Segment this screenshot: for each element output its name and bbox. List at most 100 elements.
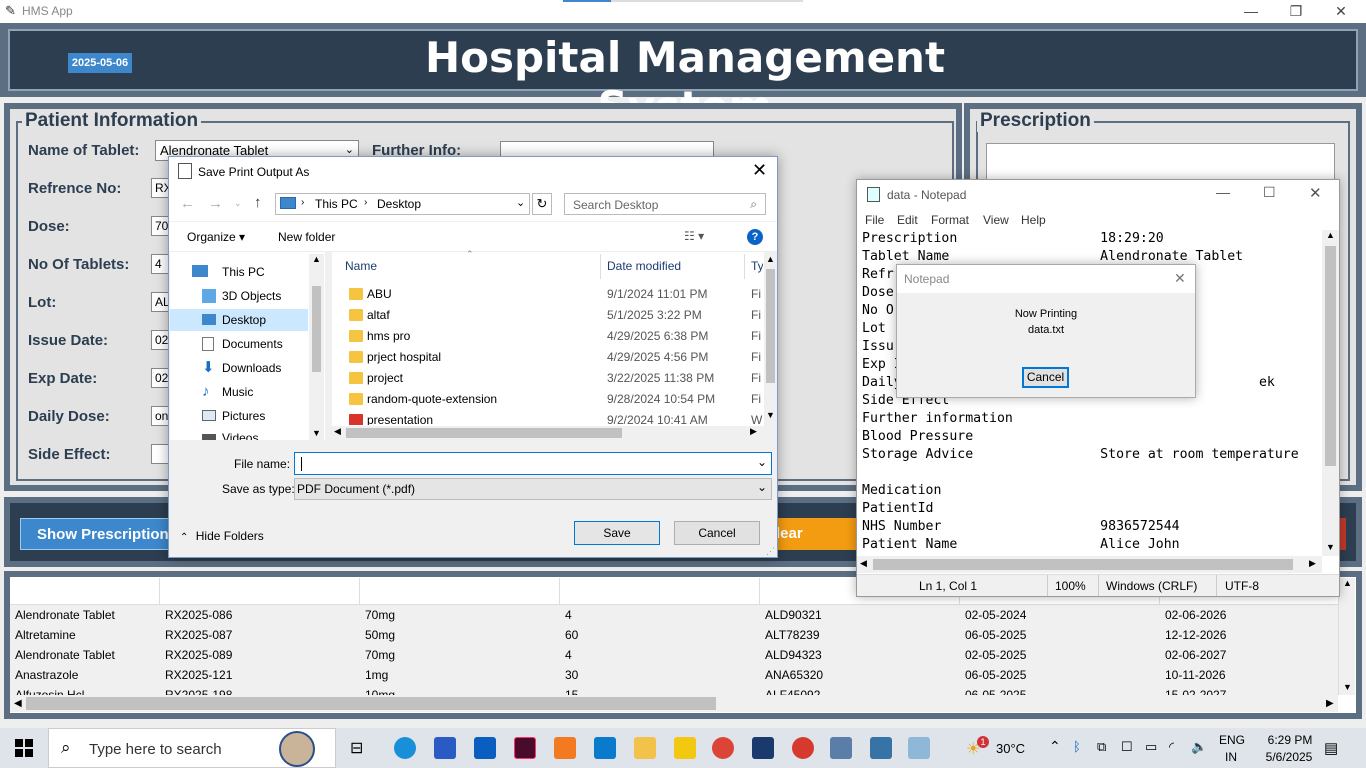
save-button[interactable]: Save bbox=[574, 521, 660, 545]
file-hscrollbar[interactable]: ◀ ▶ bbox=[332, 426, 764, 440]
table-row[interactable]: Anastrazole RX2025-121 1mg 30 ANA65320 06-05-… bbox=[10, 668, 1338, 688]
scroll-left-icon[interactable]: ◀ bbox=[334, 426, 341, 437]
chevron-down-icon[interactable]: ⌄ bbox=[757, 455, 767, 469]
file-row[interactable]: hms pro 4/29/2025 6:38 PM Fi bbox=[332, 326, 764, 347]
chevron-up-icon[interactable]: ⌃ bbox=[1049, 738, 1061, 755]
table-row[interactable]: Alendronate Tablet RX2025-086 70mg 4 ALD9032… bbox=[10, 608, 1338, 628]
search-desktop-input[interactable]: Search Desktop ⌕ bbox=[564, 193, 766, 215]
task-view-icon[interactable]: ⊟ bbox=[350, 738, 363, 758]
weather-temp[interactable]: 30°C bbox=[996, 741, 1025, 756]
file-row[interactable]: random-quote-extension 9/28/2024 10:54 PM… bbox=[332, 389, 764, 410]
scroll-up-icon[interactable]: ▲ bbox=[766, 254, 775, 264]
tree-scroll-thumb[interactable] bbox=[312, 286, 321, 372]
address-bar[interactable]: › This PC › Desktop ⌄ bbox=[275, 193, 530, 215]
table-row[interactable]: Alfuzosin Hcl RX2025-198 10mg 15 ALF45092 06-… bbox=[10, 688, 1338, 695]
chevron-down-icon[interactable]: ⌄ bbox=[234, 198, 242, 209]
tree-item-downloads[interactable]: ⬇ Downloads bbox=[188, 357, 306, 379]
language-line1[interactable]: ENG bbox=[1219, 733, 1245, 747]
resize-grip[interactable]: ⋰ bbox=[766, 546, 775, 557]
notepad-hscroll-thumb[interactable] bbox=[873, 559, 1293, 570]
close-icon[interactable]: ✕ bbox=[1174, 270, 1186, 287]
store-icon[interactable] bbox=[434, 737, 456, 759]
notepad-minimize-button[interactable]: — bbox=[1216, 184, 1230, 200]
file-explorer-icon[interactable] bbox=[634, 737, 656, 759]
scroll-down-icon[interactable]: ▼ bbox=[312, 428, 321, 438]
close-icon[interactable]: ✕ bbox=[752, 160, 767, 181]
scroll-up-icon[interactable]: ▲ bbox=[312, 254, 321, 264]
tree-item-3d-objects[interactable]: 3D Objects bbox=[188, 285, 306, 307]
header-cell[interactable] bbox=[360, 578, 560, 605]
file-row[interactable]: presentation 9/2/2024 10:41 AM W bbox=[332, 410, 764, 425]
notepad-hscrollbar[interactable]: ◀ ▶ bbox=[857, 556, 1322, 573]
clock-date[interactable]: 5/6/2025 bbox=[1256, 750, 1322, 764]
tree-scrollbar[interactable]: ▲ ▼ bbox=[309, 254, 324, 440]
clock-time[interactable]: 6:29 PM bbox=[1260, 733, 1320, 747]
notepad-scroll-thumb[interactable] bbox=[1325, 246, 1336, 466]
chevron-down-icon[interactable]: ⌄ bbox=[516, 196, 525, 209]
records-vscrollbar[interactable]: ▲ ▼ bbox=[1338, 578, 1355, 695]
menu-edit[interactable]: Edit bbox=[897, 213, 918, 227]
notepad-close-button[interactable]: ✕ bbox=[1309, 184, 1322, 202]
forward-icon[interactable]: → bbox=[208, 195, 223, 212]
start-button[interactable] bbox=[0, 728, 48, 768]
scroll-left-icon[interactable]: ◀ bbox=[860, 558, 867, 569]
menu-view[interactable]: View bbox=[983, 213, 1009, 227]
tree-item-desktop[interactable]: Desktop bbox=[188, 309, 306, 331]
column-type[interactable]: Ty bbox=[751, 259, 763, 273]
file-row[interactable]: ABU 9/1/2024 11:01 PM Fi bbox=[332, 284, 764, 305]
battery-icon[interactable]: ▭ bbox=[1145, 739, 1157, 755]
column-name[interactable]: Name bbox=[345, 259, 377, 273]
column-date[interactable]: Date modified bbox=[607, 259, 681, 273]
file-row[interactable]: prject hospital 4/29/2025 4:56 PM Fi bbox=[332, 347, 764, 368]
outlook-icon[interactable] bbox=[474, 737, 496, 759]
show-prescription-button[interactable]: Show Prescription bbox=[20, 518, 180, 550]
scroll-up-icon[interactable]: ▲ bbox=[1343, 578, 1352, 588]
scroll-down-icon[interactable]: ▼ bbox=[1343, 682, 1352, 692]
hms-app-icon[interactable] bbox=[830, 737, 852, 759]
breadcrumb-desktop[interactable]: Desktop bbox=[377, 197, 421, 211]
scroll-up-icon[interactable]: ▲ bbox=[1326, 230, 1335, 240]
organize-button[interactable]: Organize ▾ bbox=[187, 230, 245, 244]
tree-item-videos[interactable]: Videos bbox=[188, 429, 306, 440]
scroll-down-icon[interactable]: ▼ bbox=[766, 410, 775, 420]
file-hscroll-thumb[interactable] bbox=[346, 428, 622, 438]
tree-item-this-pc[interactable]: This PC bbox=[188, 261, 306, 283]
tree-item-music[interactable]: ♪ Music bbox=[188, 381, 306, 403]
menu-file[interactable]: File bbox=[865, 213, 884, 227]
close-button[interactable]: ✕ bbox=[1326, 2, 1356, 20]
indesign-icon[interactable] bbox=[514, 737, 536, 759]
menu-help[interactable]: Help bbox=[1021, 213, 1046, 227]
file-name-input[interactable]: ⌄ bbox=[294, 452, 772, 475]
scroll-down-icon[interactable]: ▼ bbox=[1326, 542, 1335, 552]
header-cell[interactable] bbox=[560, 578, 760, 605]
table-row[interactable]: Alendronate Tablet RX2025-089 70mg 4 ALD9432… bbox=[10, 648, 1338, 668]
notepad-maximize-button[interactable]: ☐ bbox=[1263, 184, 1276, 201]
minimize-button[interactable]: — bbox=[1236, 2, 1266, 20]
tray-icon[interactable]: ⧉ bbox=[1097, 739, 1106, 755]
python-icon[interactable] bbox=[870, 737, 892, 759]
file-row[interactable]: project 3/22/2025 11:38 PM Fi bbox=[332, 368, 764, 389]
scroll-right-icon[interactable]: ▶ bbox=[1309, 558, 1316, 569]
printing-cancel-button[interactable]: Cancel bbox=[1022, 367, 1069, 388]
tree-item-pictures[interactable]: Pictures bbox=[188, 405, 306, 427]
taskbar-search[interactable]: ⌕ Type here to search bbox=[48, 728, 336, 768]
file-row[interactable]: altaf 5/1/2025 3:22 PM Fi bbox=[332, 305, 764, 326]
network-app-icon[interactable] bbox=[752, 737, 774, 759]
cancel-button[interactable]: Cancel bbox=[674, 521, 760, 545]
back-icon[interactable]: ← bbox=[180, 195, 195, 212]
wifi-icon[interactable]: ◜ bbox=[1169, 739, 1174, 755]
edge-icon[interactable] bbox=[394, 737, 416, 759]
tree-item-documents[interactable]: Documents bbox=[188, 333, 306, 355]
tray-icon[interactable]: ☐ bbox=[1121, 739, 1133, 755]
header-cell[interactable] bbox=[10, 578, 160, 605]
new-folder-button[interactable]: New folder bbox=[278, 230, 335, 244]
view-icon[interactable]: ☷ ▾ bbox=[684, 229, 704, 243]
language-line2[interactable]: IN bbox=[1225, 750, 1237, 764]
wps-icon[interactable] bbox=[792, 737, 814, 759]
refresh-icon[interactable]: ↻ bbox=[532, 193, 552, 215]
records-hscroll-thumb[interactable] bbox=[26, 697, 716, 710]
help-icon[interactable]: ? bbox=[747, 229, 763, 245]
notification-icon[interactable]: ▤ bbox=[1324, 739, 1338, 757]
breadcrumb-this-pc[interactable]: This PC bbox=[315, 197, 358, 211]
scroll-right-icon[interactable]: ▶ bbox=[1326, 698, 1334, 709]
